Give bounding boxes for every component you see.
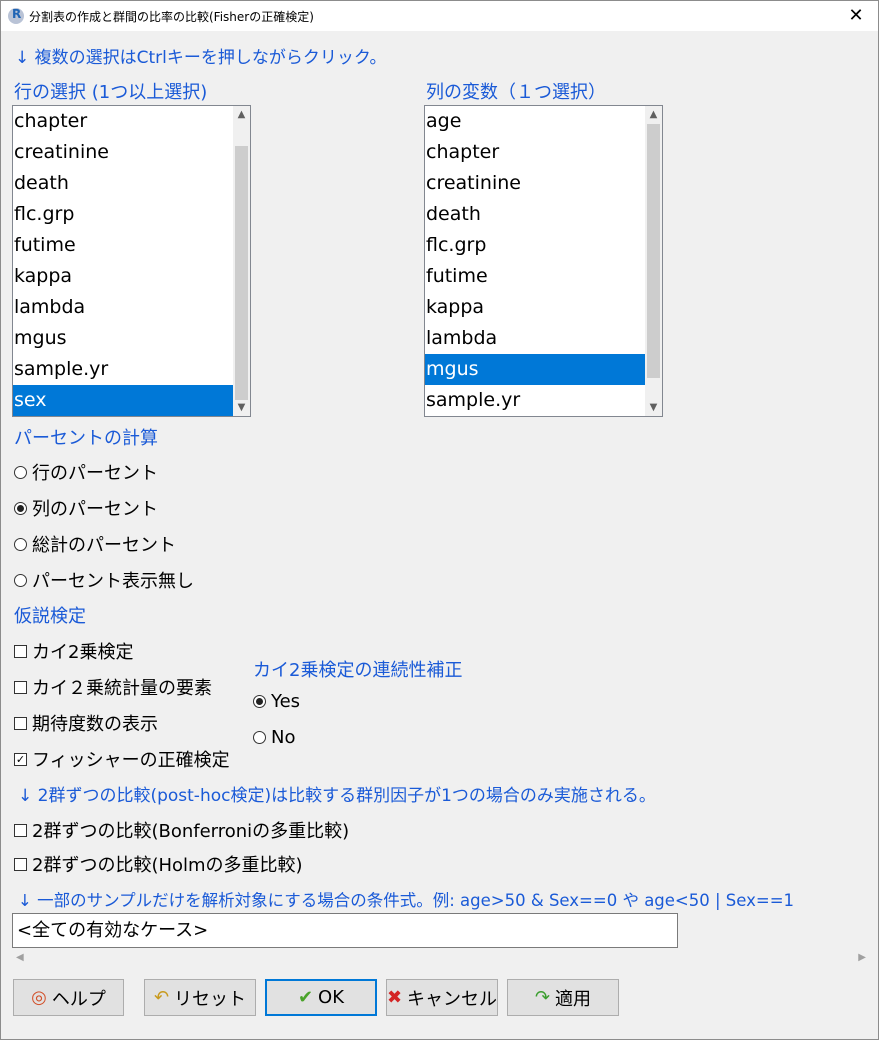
scroll-down-icon[interactable]: ▼ (645, 399, 662, 416)
continuity-section-label: カイ2乗検定の連続性補正 (253, 660, 463, 681)
list-item[interactable]: flc.grp (13, 199, 233, 230)
list-item[interactable]: death (13, 168, 233, 199)
radio-continuity-yes[interactable]: Yes (253, 691, 300, 712)
list-item[interactable]: sample.yr (425, 385, 645, 416)
dialog-window: R 分割表の作成と群間の比率の比較(Fisherの正確検定) ✕ ↓ 複数の選択… (0, 0, 879, 1040)
undo-arrow-icon: ↶ (153, 987, 170, 1008)
list-item[interactable]: mgus (13, 323, 233, 354)
apply-button[interactable]: ↷ 適用 (507, 979, 619, 1016)
radio-dot-selected (253, 695, 266, 708)
col-select-label: 列の変数（１つ選択） (426, 82, 606, 103)
checkbox-icon (14, 680, 27, 694)
list-item[interactable]: creatinine (425, 168, 645, 199)
check-fisher[interactable]: ✓ フィッシャーの正確検定 (14, 746, 230, 772)
scroll-left-icon[interactable]: ◀ (16, 949, 24, 966)
scroll-thumb[interactable] (647, 124, 660, 378)
list-item[interactable]: sample.yr (13, 354, 233, 385)
reset-button[interactable]: ↶ リセット (144, 979, 256, 1016)
subset-expression-input[interactable]: <全ての有効なケース> (12, 913, 678, 948)
r-app-icon: R (8, 7, 24, 24)
list-item[interactable]: age (425, 106, 645, 137)
cancel-button[interactable]: ✖ キャンセル (386, 979, 498, 1016)
list-item[interactable]: sex (13, 385, 233, 416)
radio-dot (14, 465, 27, 479)
scroll-down-icon[interactable]: ▼ (233, 399, 250, 416)
col-list-scrollbar[interactable]: ▲ ▼ (645, 106, 662, 416)
list-item[interactable]: chapter (425, 137, 645, 168)
scroll-up-icon[interactable]: ▲ (233, 106, 250, 123)
check-chisq[interactable]: カイ2乗検定 (14, 638, 133, 664)
close-button[interactable]: ✕ (834, 1, 878, 31)
check-holm[interactable]: 2群ずつの比較(Holmの多重比較) (14, 851, 303, 877)
checkbox-icon (14, 644, 27, 658)
list-item[interactable]: lambda (13, 292, 233, 323)
row-variable-items: chapter creatinine death flc.grp futime kappa… (13, 106, 233, 416)
row-list-scrollbar[interactable]: ▲ ▼ (233, 106, 250, 416)
radio-dot-selected (14, 501, 27, 515)
radio-col-percent[interactable]: 列のパーセント (14, 495, 158, 521)
radio-dot (14, 537, 27, 551)
redo-arrow-icon: ↷ (534, 987, 551, 1008)
checkbox-icon (14, 857, 27, 871)
help-button[interactable]: ◎ ヘルプ (13, 979, 124, 1016)
row-select-label: 行の選択 (1つ以上選択) (14, 82, 208, 103)
checkbox-icon (14, 716, 27, 730)
subset-instruction: ↓ 一部のサンプルだけを解析対象にする場合の条件式。例: age>50 & Se… (18, 891, 795, 910)
checkbox-checked-icon: ✓ (14, 752, 27, 766)
multi-select-instruction: ↓ 複数の選択はCtrlキーを押しながらクリック。 (15, 48, 387, 68)
checkmark-icon: ✔ (297, 987, 314, 1008)
check-expected-freq[interactable]: 期待度数の表示 (14, 710, 158, 736)
radio-no-percent[interactable]: パーセント表示無し (14, 567, 194, 593)
check-chisq-components[interactable]: カイ２乗統計量の要素 (14, 674, 212, 700)
list-item[interactable]: mgus (425, 354, 645, 385)
scroll-thumb[interactable] (235, 146, 248, 400)
list-item[interactable]: flc.grp (425, 230, 645, 261)
row-variable-listbox[interactable]: chapter creatinine death flc.grp futime kappa… (12, 105, 251, 417)
list-item[interactable]: creatinine (13, 137, 233, 168)
window-title: 分割表の作成と群間の比率の比較(Fisherの正確検定) (29, 10, 314, 24)
list-item[interactable]: futime (425, 261, 645, 292)
list-item[interactable]: chapter (13, 106, 233, 137)
list-item[interactable]: death (425, 199, 645, 230)
list-item[interactable]: lambda (425, 323, 645, 354)
percent-section-label: パーセントの計算 (14, 428, 158, 449)
check-bonferroni[interactable]: 2群ずつの比較(Bonferroniの多重比較) (14, 817, 349, 843)
radio-continuity-no[interactable]: No (253, 727, 295, 748)
ok-button[interactable]: ✔ OK (265, 979, 377, 1016)
title-bar: R 分割表の作成と群間の比率の比較(Fisherの正確検定) ✕ (1, 1, 878, 31)
checkbox-icon (14, 823, 27, 837)
list-item[interactable]: futime (13, 230, 233, 261)
list-item[interactable]: kappa (425, 292, 645, 323)
tests-section-label: 仮説検定 (14, 606, 86, 627)
radio-dot (14, 573, 27, 587)
scroll-up-icon[interactable]: ▲ (645, 106, 662, 123)
radio-dot (253, 731, 266, 744)
scroll-right-icon[interactable]: ▶ (858, 949, 866, 966)
col-variable-listbox[interactable]: age chapter creatinine death flc.grp futime ka… (424, 105, 663, 417)
radio-total-percent[interactable]: 総計のパーセント (14, 531, 176, 557)
col-variable-items: age chapter creatinine death flc.grp futime ka… (425, 106, 645, 416)
subset-horizontal-scrollbar[interactable]: ◀ ▶ (12, 949, 870, 966)
posthoc-instruction: ↓ 2群ずつの比較(post-hoc検定)は比較する群別因子が1つの場合のみ実施… (18, 786, 656, 806)
radio-row-percent[interactable]: 行のパーセント (14, 459, 158, 485)
list-item[interactable]: kappa (13, 261, 233, 292)
lifebuoy-icon: ◎ (31, 987, 47, 1008)
x-cross-icon: ✖ (386, 987, 403, 1008)
